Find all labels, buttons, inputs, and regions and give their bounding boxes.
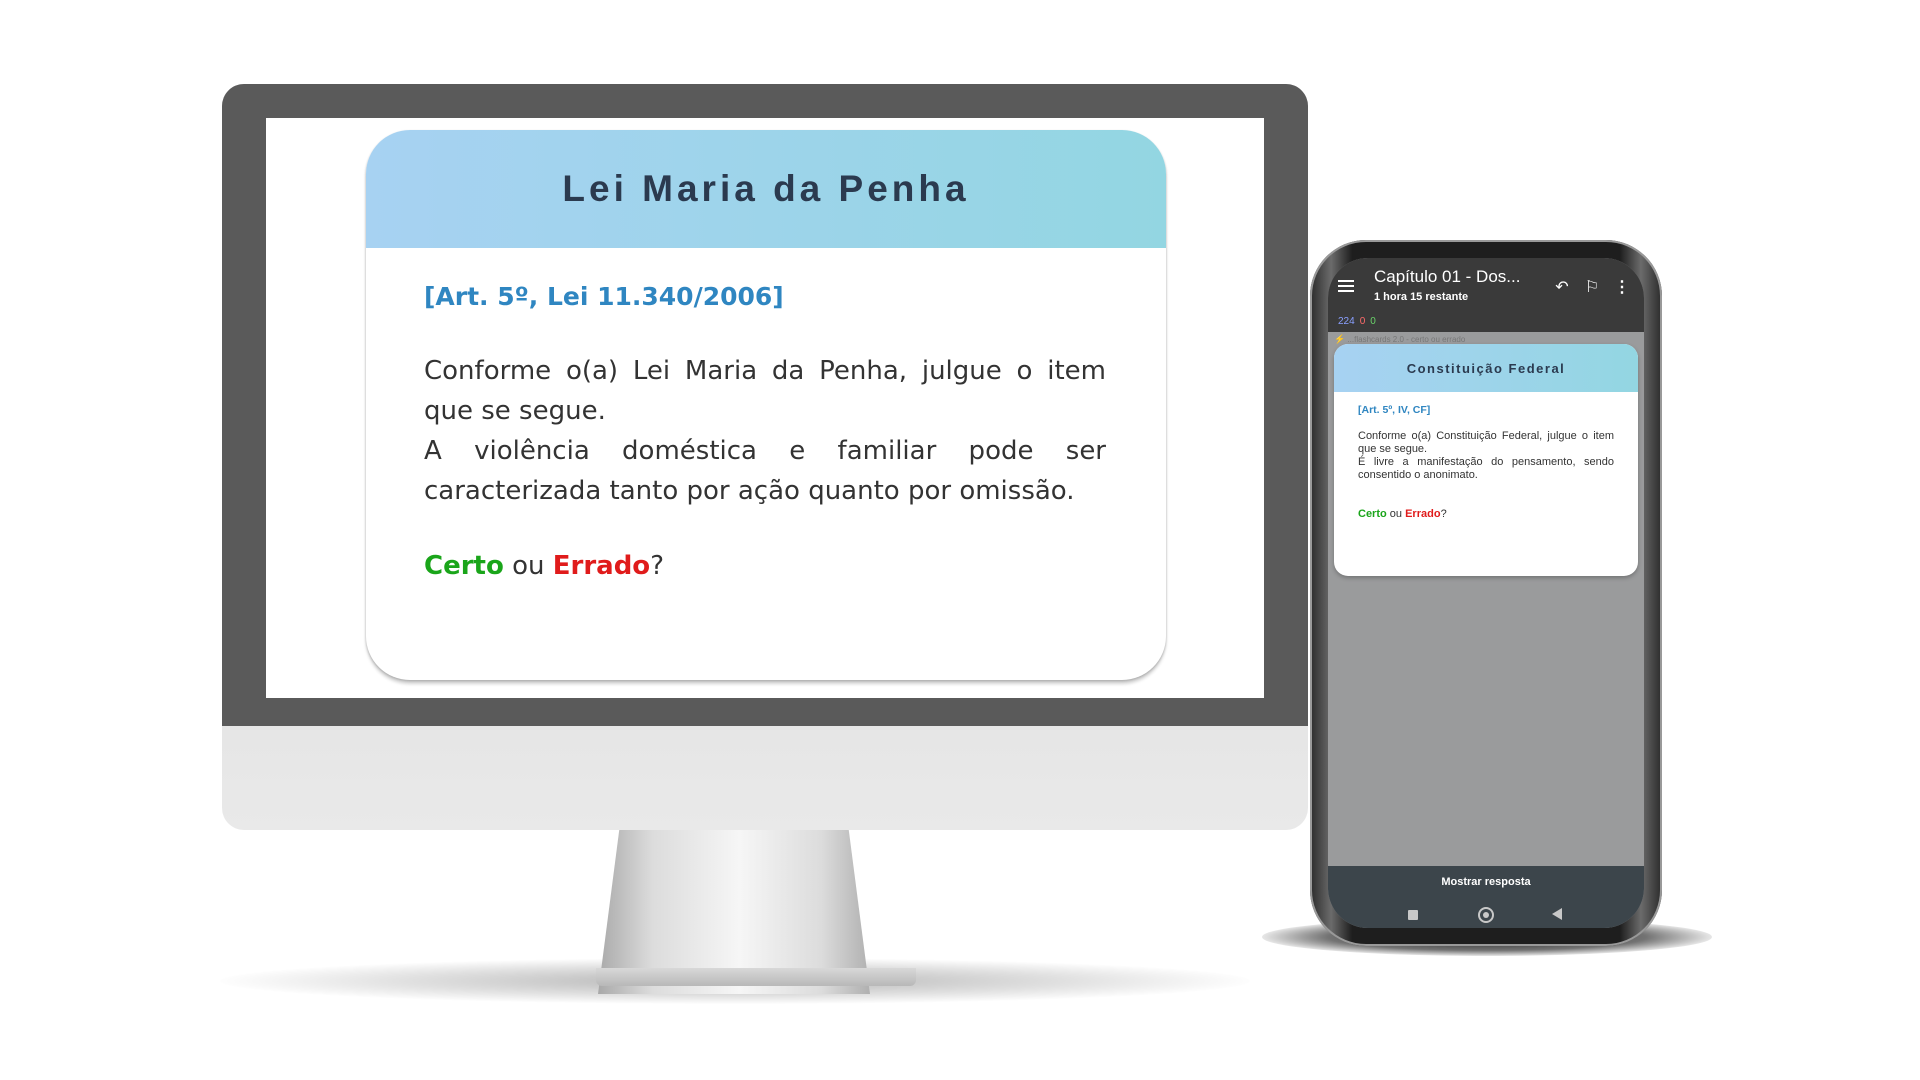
answer-certo: Certo [424,551,504,581]
smartphone: Capítulo 01 - Dos... 1 hora 15 restante … [1310,240,1662,946]
phone-flashcard-body: [Art. 5º, IV, CF] Conforme o(a) Constitu… [1334,392,1638,520]
flashcard-question-intro: Conforme o(a) Lei Maria da Penha, julgue… [424,356,1106,426]
more-vertical-icon[interactable]: ⋮ [1612,278,1632,298]
answer-question-mark: ? [650,551,664,581]
monitor-stand-base [596,968,916,986]
monitor-screen: Lei Maria da Penha [Art. 5º, Lei 11.340/… [266,118,1264,698]
answer-errado: Errado [552,551,651,581]
deck-hint-text: ...flashcards 2.0 - certo ou errado [1347,335,1466,344]
phone-flashcard-question-statement: É livre a manifestação do pensamento, se… [1358,456,1614,481]
show-answer-button[interactable]: Mostrar resposta [1328,876,1644,894]
home-icon[interactable] [1478,907,1494,923]
flashcard-header: Lei Maria da Penha [366,130,1166,248]
card-counts: 224 0 0 [1328,316,1644,332]
flashcard-title: Lei Maria da Penha [562,168,970,209]
phone-answer-ou: ou [1386,508,1406,520]
phone-flashcard-header: Constituição Federal [1334,344,1638,392]
flag-icon[interactable]: ⚐ [1582,278,1602,298]
back-icon[interactable] [1552,908,1562,920]
count-due: 0 [1370,316,1376,327]
answer-ou: ou [503,551,553,581]
phone-answer-certo: Certo [1358,508,1387,520]
flashcard-reference: [Art. 5º, Lei 11.340/2006] [424,282,784,311]
bolt-icon: ⚡ [1334,334,1346,344]
phone-flashcard-answer-prompt: Certo ou Errado? [1358,508,1614,520]
phone-flashcard-reference: [Art. 5º, IV, CF] [1358,404,1431,416]
desktop-monitor: Lei Maria da Penha [Art. 5º, Lei 11.340/… [222,84,1308,830]
phone-app-bar: Capítulo 01 - Dos... 1 hora 15 restante … [1328,258,1644,316]
recent-apps-icon[interactable] [1408,910,1418,920]
phone-answer-errado: Errado [1405,508,1441,520]
deck-title: Capítulo 01 - Dos... [1374,267,1521,286]
phone-flashcard-question-intro: Conforme o(a) Constituição Federal, julg… [1358,430,1614,455]
flashcard-body: [Art. 5º, Lei 11.340/2006] Conforme o(a)… [366,248,1166,581]
menu-icon[interactable] [1338,280,1354,293]
monitor-bezel: Lei Maria da Penha [Art. 5º, Lei 11.340/… [222,84,1308,726]
phone-answer-question-mark: ? [1440,508,1447,520]
undo-icon[interactable]: ↶ [1552,278,1572,298]
count-learning: 0 [1359,316,1366,327]
phone-screen: Capítulo 01 - Dos... 1 hora 15 restante … [1328,258,1644,928]
flashcard-question-statement: A violência doméstica e familiar pode se… [424,436,1106,506]
flashcard: Lei Maria da Penha [Art. 5º, Lei 11.340/… [366,130,1166,680]
phone-flashcard-title: Constituição Federal [1406,360,1566,376]
flashcard-answer-prompt: Certo ou Errado? [424,551,1106,581]
count-new: 224 [1338,316,1355,327]
time-remaining: 1 hora 15 restante [1374,291,1469,303]
phone-flashcard: Constituição Federal [Art. 5º, IV, CF] C… [1334,344,1638,576]
phone-bottom-bar: Mostrar resposta [1328,866,1644,928]
